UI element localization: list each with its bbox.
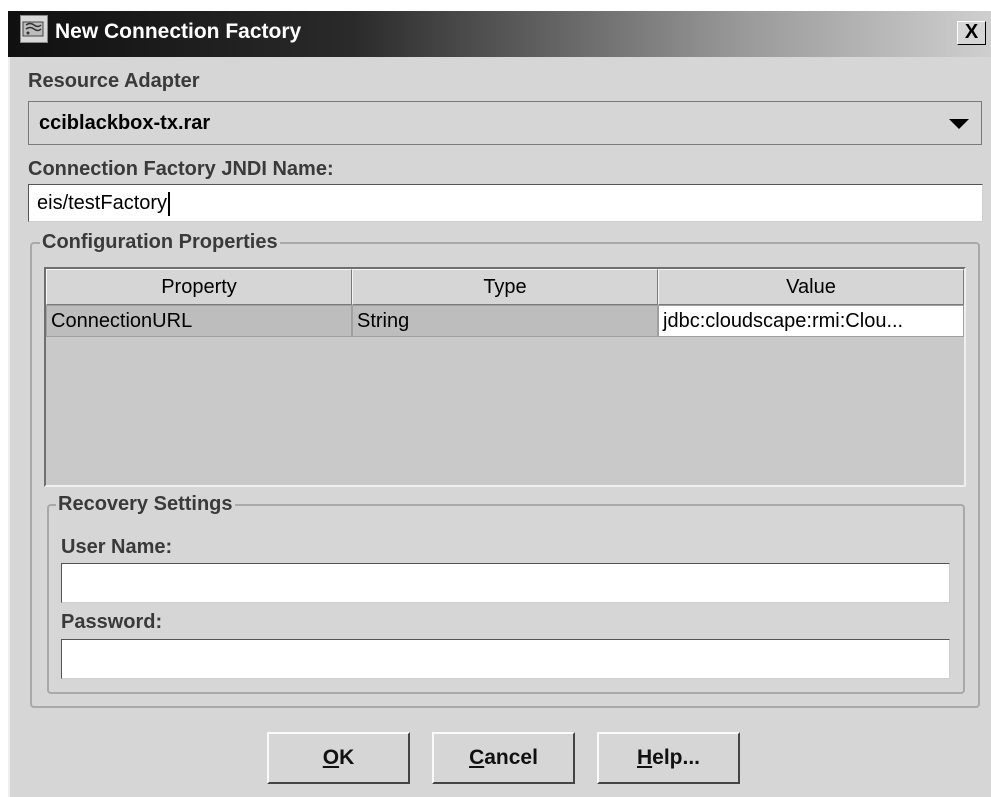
java-cup-icon xyxy=(20,15,48,43)
cell-value[interactable]: jdbc:cloudscape:rmi:Clou... xyxy=(658,305,964,337)
column-header-value[interactable]: Value xyxy=(658,269,964,305)
help-mnemonic: H xyxy=(636,746,653,769)
dropdown-arrow-icon[interactable] xyxy=(949,119,969,129)
ok-label-rest: K xyxy=(339,746,355,769)
cell-property[interactable]: ConnectionURL xyxy=(46,305,352,337)
jndi-name-value: eis/testFactory xyxy=(37,192,168,214)
recovery-settings-legend: Recovery Settings xyxy=(56,493,235,516)
jndi-name-field[interactable]: eis/testFactory xyxy=(28,184,983,222)
password-field[interactable] xyxy=(61,639,950,679)
close-icon: X xyxy=(964,21,979,43)
cell-type[interactable]: String xyxy=(352,305,658,337)
cancel-label-rest: ancel xyxy=(484,746,538,769)
cancel-mnemonic: C xyxy=(469,746,485,769)
resource-adapter-combobox[interactable]: cciblackbox-tx.rar xyxy=(28,101,982,145)
help-label-rest: elp... xyxy=(652,746,701,769)
column-header-type[interactable]: Type xyxy=(352,269,658,305)
user-name-label: User Name: xyxy=(61,536,173,558)
ok-button[interactable]: OK xyxy=(267,732,410,784)
help-button[interactable]: Help... xyxy=(597,732,740,784)
jndi-name-label: Connection Factory JNDI Name: xyxy=(28,158,334,180)
cancel-button[interactable]: Cancel xyxy=(432,732,575,784)
user-name-field[interactable] xyxy=(61,563,950,603)
window-title: New Connection Factory xyxy=(55,20,302,43)
configuration-properties-legend: Configuration Properties xyxy=(40,231,280,254)
column-header-property[interactable]: Property xyxy=(46,269,352,305)
table-header: Property Type Value xyxy=(46,269,964,305)
close-button[interactable]: X xyxy=(957,21,986,45)
ok-mnemonic: O xyxy=(322,746,340,769)
resource-adapter-value: cciblackbox-tx.rar xyxy=(39,112,211,134)
properties-table[interactable]: Property Type Value ConnectionURL String… xyxy=(44,267,966,487)
text-caret xyxy=(168,191,171,216)
table-row[interactable]: ConnectionURL String jdbc:cloudscape:rmi… xyxy=(46,305,964,337)
password-label: Password: xyxy=(61,611,163,633)
resource-adapter-label: Resource Adapter xyxy=(28,70,200,92)
